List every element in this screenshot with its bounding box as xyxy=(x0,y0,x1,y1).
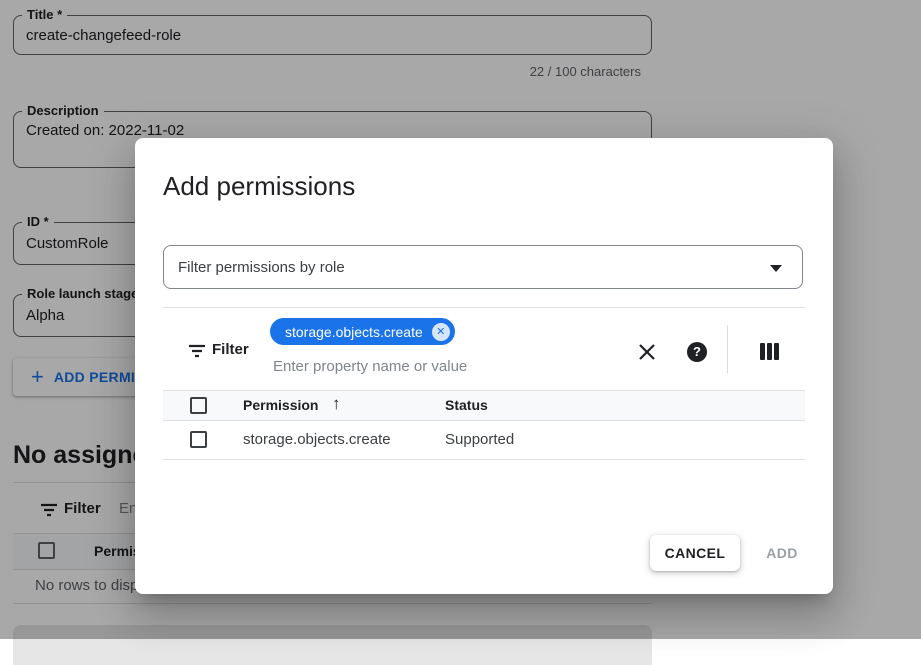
status-column-header[interactable]: Status xyxy=(445,397,488,413)
dialog-title: Add permissions xyxy=(163,171,355,202)
divider xyxy=(727,325,728,373)
modal-table-header: Permission ↑ Status xyxy=(163,390,805,421)
help-icon[interactable]: ? xyxy=(687,342,707,362)
chip-remove-icon[interactable]: ✕ xyxy=(432,323,450,341)
chevron-down-icon xyxy=(770,265,782,272)
select-all-checkbox[interactable] xyxy=(190,397,207,414)
sort-ascending-icon[interactable]: ↑ xyxy=(332,394,341,414)
modal-filter-input[interactable] xyxy=(273,358,573,375)
clear-filters-icon[interactable] xyxy=(637,342,657,362)
row-checkbox[interactable] xyxy=(190,431,207,448)
modal-filter-label[interactable]: Filter xyxy=(212,341,249,358)
add-permissions-dialog: Add permissions Filter permissions by ro… xyxy=(135,138,833,594)
column-display-icon[interactable] xyxy=(760,343,779,360)
filter-chip-storage-objects-create[interactable]: storage.objects.create ✕ xyxy=(270,318,455,345)
filter-by-role-dropdown[interactable]: Filter permissions by role xyxy=(163,245,803,289)
filter-funnel-icon xyxy=(188,344,206,358)
filter-by-role-placeholder: Filter permissions by role xyxy=(178,259,345,276)
cancel-button[interactable]: CANCEL xyxy=(650,535,740,571)
filter-chip-label: storage.objects.create xyxy=(285,324,423,340)
row-status-cell: Supported xyxy=(445,431,514,448)
divider xyxy=(163,307,805,308)
permission-column-header[interactable]: Permission xyxy=(243,397,318,413)
table-row[interactable]: storage.objects.create Supported xyxy=(163,421,805,460)
row-permission-cell: storage.objects.create xyxy=(243,431,391,448)
add-button[interactable]: ADD xyxy=(752,535,812,571)
